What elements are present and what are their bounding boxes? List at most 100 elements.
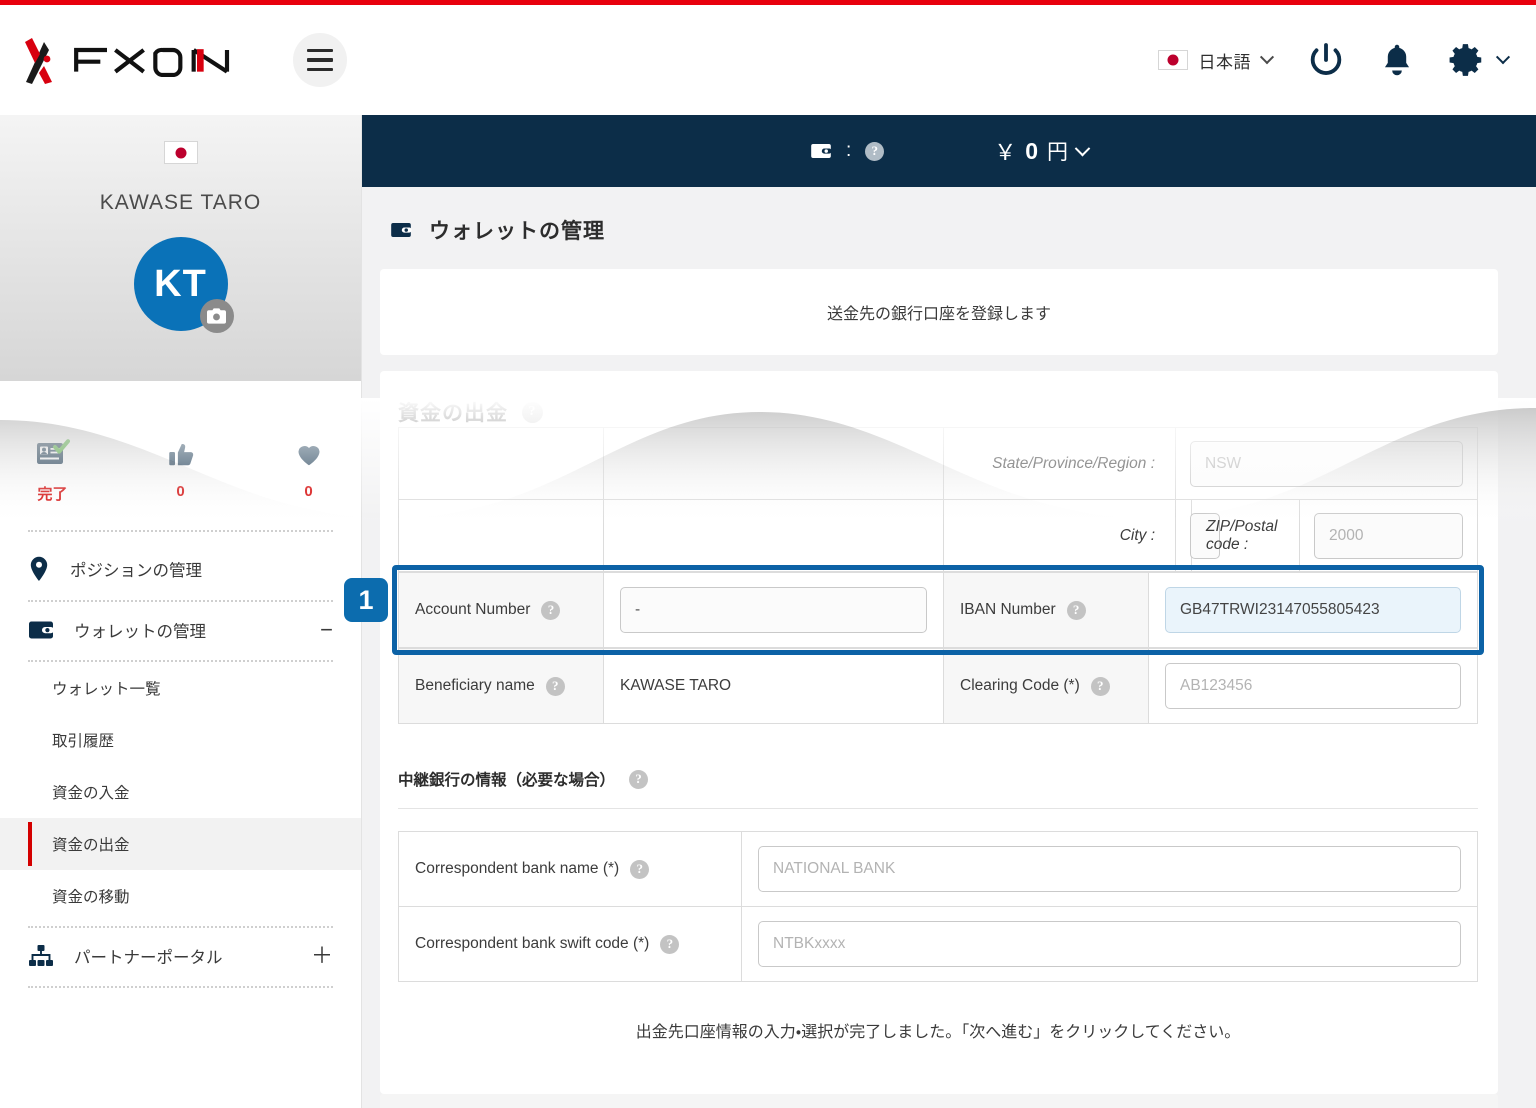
sidebar-item-label: パートナーポータル (74, 949, 223, 967)
section-title-row: 資金の出金 ? (398, 397, 1478, 427)
correspondent-swift-label-group: Correspondent bank swift code (*) ? (415, 934, 725, 954)
sidebar-item-partner-portal[interactable]: パートナーポータル ＋ (0, 928, 361, 984)
correspondent-swift-input-cell (741, 906, 1478, 982)
help-icon[interactable]: ? (660, 934, 680, 954)
sidebar-item-positions[interactable]: ポジションの管理 (0, 540, 361, 598)
help-icon[interactable]: ? (1066, 600, 1086, 620)
jp-flag-icon (163, 141, 198, 164)
sidebar-item-transfer[interactable]: 資金の移動 (0, 870, 361, 922)
spacer-cell (398, 427, 604, 500)
wallet-submenu: ウォレット一覧 取引履歴 資金の入金 資金の出金 資金の移動 (0, 662, 361, 922)
table-row: Beneficiary name ? KAWASE TARO Clearing … (398, 648, 1478, 724)
wallet-icon (29, 621, 54, 639)
iban-label-cell: IBAN Number ? (943, 572, 1149, 648)
city-input-cell (1175, 499, 1220, 572)
page-title-row: ウォレットの管理 (362, 187, 1536, 269)
iban-number-input[interactable] (1165, 587, 1461, 633)
app-header: 日本語 (0, 5, 1536, 115)
balance-separator: : (845, 140, 852, 161)
language-label: 日本語 (1198, 52, 1251, 72)
sidebar-item-label: 資金の移動 (52, 889, 130, 906)
table-row: State/Province/Region : (398, 427, 1478, 500)
chevron-down-icon (1495, 50, 1511, 65)
zip-label: ZIP/Postal code : (1205, 517, 1278, 553)
id-card-verified-icon (36, 439, 70, 464)
main-content: : ? ￥ 0 円 ウォレットの管理 送金先の銀行口座を登録します 資金の出金 … (344, 115, 1536, 1108)
sidebar-divider (28, 986, 333, 988)
stat-favorites[interactable]: 0 (283, 439, 335, 504)
beneficiary-fields-table: Beneficiary name ? KAWASE TARO Clearing … (398, 648, 1478, 724)
completion-message: 出金先口座情報の入力・選択が完了しました。「次へ進む」をクリックしてください。 (635, 1024, 1241, 1041)
power-icon (1310, 43, 1342, 75)
map-pin-icon (30, 556, 48, 581)
beneficiary-label-group: Beneficiary name ? (415, 676, 587, 696)
notice-text: 送金先の銀行口座を登録します (826, 306, 1051, 323)
table-row: Correspondent bank name (*) ? (398, 831, 1478, 907)
correspondent-bank-name-input-cell (741, 831, 1478, 907)
clearing-code-label-group: Clearing Code (*) ? (960, 676, 1132, 696)
stat-value: 完了 (37, 486, 68, 503)
help-icon[interactable]: ? (865, 141, 885, 161)
thumbs-up-icon (168, 443, 193, 466)
balance-label-group: : ? (810, 140, 885, 162)
avatar-wrapper[interactable]: KT (133, 237, 234, 333)
correspondent-swift-code-input[interactable] (758, 921, 1461, 967)
account-number-label-cell: Account Number ? (398, 572, 604, 648)
sidebar-item-wallet[interactable]: ウォレットの管理 − (0, 602, 361, 658)
correspondent-bank-name-input[interactable] (758, 846, 1461, 892)
help-icon[interactable]: ? (545, 676, 565, 696)
profile-panel: KAWASE TARO KT (0, 115, 361, 381)
hamburger-menu-button[interactable] (293, 33, 347, 87)
correspondent-bank-name-label-group: Correspondent bank name (*) ? (415, 859, 725, 879)
help-icon[interactable]: ? (1090, 676, 1110, 696)
help-icon[interactable]: ? (541, 600, 561, 620)
table-row: Correspondent bank swift code (*) ? (398, 906, 1478, 982)
stat-value: 0 (176, 483, 185, 500)
help-icon[interactable]: ? (630, 859, 650, 879)
collapse-toggle[interactable]: − (320, 619, 333, 641)
zip-input[interactable] (1313, 512, 1463, 559)
correspondent-swift-code-label: Correspondent bank swift code (*) (415, 935, 650, 952)
stat-likes[interactable]: 0 (155, 439, 207, 504)
help-icon[interactable]: ? (522, 401, 543, 423)
sidebar-item-transaction-history[interactable]: 取引履歴 (0, 714, 361, 766)
iban-number-label: IBAN Number (960, 601, 1056, 618)
settings-button[interactable] (1448, 41, 1511, 79)
sidebar-item-wallet-list[interactable]: ウォレット一覧 (0, 662, 361, 714)
power-button[interactable] (1306, 40, 1346, 80)
sidebar-item-withdrawal[interactable]: 資金の出金 (0, 818, 361, 870)
correspondent-bank-section: 中継銀行の情報（必要な場合） ? Correspondent bank name… (398, 768, 1478, 982)
form-action-bar: クリア 2 次へ進む (380, 1094, 1498, 1108)
correspondent-title: 中継銀行の情報（必要な場合） (398, 772, 616, 789)
notifications-button[interactable] (1380, 41, 1414, 79)
sidebar-item-deposit[interactable]: 資金の入金 (0, 766, 361, 818)
language-selector[interactable]: 日本語 (1157, 48, 1275, 73)
table-row: City : ZIP/Postal code : (398, 499, 1479, 572)
account-fields-table: Account Number ? IBAN Number ? (398, 572, 1478, 648)
balance-amount-selector[interactable]: ￥ 0 円 (994, 135, 1091, 167)
spacer-cell (603, 427, 944, 500)
beneficiary-name-value: KAWASE TARO (620, 677, 732, 694)
iban-input-cell (1148, 572, 1478, 648)
header-actions: 日本語 (1157, 40, 1511, 80)
stat-verification[interactable]: 完了 (27, 439, 79, 504)
beneficiary-label-cell: Beneficiary name ? (398, 648, 604, 724)
expand-toggle[interactable]: ＋ (311, 945, 333, 967)
clearing-code-input[interactable] (1165, 663, 1461, 709)
correspondent-bank-name-label: Correspondent bank name (*) (415, 860, 620, 877)
account-number-label-group: Account Number ? (415, 600, 587, 620)
withdrawal-form-card: 資金の出金 ? State/Province/Region : NSW City… (344, 371, 1498, 1094)
beneficiary-value-cell: KAWASE TARO (603, 648, 944, 724)
help-icon[interactable]: ? (629, 769, 649, 789)
state-input[interactable] (1190, 440, 1463, 487)
change-photo-button[interactable] (199, 299, 234, 333)
sidebar-item-label: 資金の入金 (52, 785, 130, 802)
user-name: KAWASE TARO (99, 191, 262, 214)
currency-symbol: ￥ (994, 140, 1017, 165)
fxon-logo[interactable] (22, 36, 247, 84)
sitemap-icon (29, 945, 53, 966)
app-root: 日本語 KAWASE TARO KT 完了 0 0 ポジションの管理 ウォレット… (0, 0, 1536, 1108)
account-number-input[interactable] (620, 587, 927, 633)
address-fields-table: State/Province/Region : City : (398, 427, 1479, 572)
heart-icon (298, 446, 319, 466)
